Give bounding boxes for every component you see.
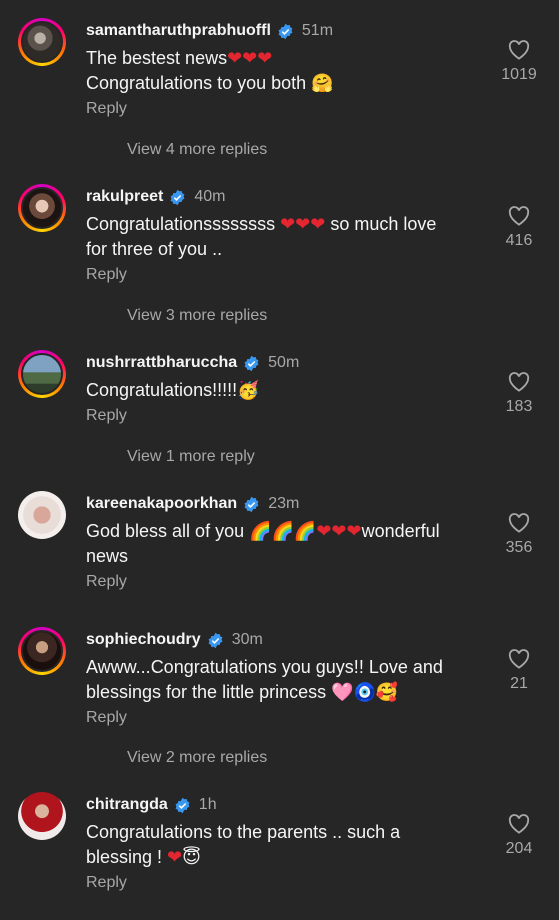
comment-line-1: Awww...Congratulations you guys!! Love a…	[86, 657, 443, 677]
verified-badge-icon	[244, 496, 259, 512]
view-more-replies[interactable]: View 3 more replies	[127, 307, 267, 325]
verified-badge-icon	[208, 632, 223, 648]
avatar[interactable]	[18, 184, 66, 232]
avatar[interactable]	[18, 491, 66, 539]
comment-text: Congratulations to the parents .. such a…	[86, 820, 486, 870]
like-button[interactable]: 356	[499, 513, 539, 557]
username[interactable]: chitrangda	[86, 796, 168, 814]
comment-text: God bless all of you 🌈🌈🌈❤❤❤wonderful new…	[86, 519, 486, 569]
comment-line-2: news	[86, 546, 129, 566]
verified-badge-icon	[175, 797, 190, 813]
reply-button[interactable]: Reply	[86, 709, 486, 733]
comment-line-2: Congratulations to you both 🤗	[86, 73, 334, 93]
like-count: 356	[505, 539, 533, 556]
comment-text: Congratulations!!!!!🥳	[86, 380, 260, 400]
heart-outline-icon	[508, 372, 530, 392]
comment-line-2: blessings for the little princess 🩷🧿🥰	[86, 682, 399, 702]
username[interactable]: samantharuthprabhuoffl	[86, 22, 271, 40]
reply-button[interactable]: Reply	[86, 573, 486, 597]
like-count: 183	[505, 398, 533, 415]
comment-text: Awww...Congratulations you guys!! Love a…	[86, 655, 486, 705]
like-count: 21	[510, 675, 528, 692]
heart-outline-icon	[508, 814, 530, 834]
username[interactable]: rakulpreet	[86, 188, 163, 206]
comment-line-1: The bestest news❤❤❤	[86, 48, 273, 68]
timestamp: 1h	[198, 796, 217, 813]
comment-text: Congratulationssssssss ❤❤❤ so much love …	[86, 212, 486, 262]
like-button[interactable]: 416	[499, 206, 539, 250]
like-button[interactable]: 204	[499, 814, 539, 858]
timestamp: 23m	[268, 495, 300, 512]
timestamp: 50m	[268, 354, 300, 371]
comment-line-2: for three of you ..	[86, 239, 223, 259]
like-button[interactable]: 183	[499, 372, 539, 416]
like-count: 416	[505, 232, 533, 249]
reply-button[interactable]: Reply	[86, 407, 486, 431]
username[interactable]: nushrrattbharuccha	[86, 354, 237, 372]
timestamp: 40m	[194, 188, 226, 205]
avatar[interactable]	[18, 792, 66, 840]
avatar[interactable]	[18, 627, 66, 675]
verified-badge-icon	[278, 23, 293, 39]
comment-line-2: blessing ! ❤😇	[86, 847, 201, 867]
timestamp: 51m	[301, 22, 334, 39]
heart-outline-icon	[508, 649, 530, 669]
view-more-replies[interactable]: View 1 more reply	[127, 448, 255, 466]
like-button[interactable]: 21	[499, 649, 539, 693]
comment-line-1: Congratulationssssssss ❤❤❤ so much love	[86, 214, 437, 234]
reply-button[interactable]: Reply	[86, 266, 486, 290]
comment-line-1: Congratulations to the parents .. such a	[86, 822, 401, 842]
timestamp: 30m	[231, 631, 263, 648]
heart-outline-icon	[508, 513, 530, 533]
view-more-replies[interactable]: View 4 more replies	[127, 141, 267, 159]
username[interactable]: kareenakapoorkhan	[86, 495, 237, 513]
like-count: 1019	[501, 66, 537, 83]
reply-button[interactable]: Reply	[86, 100, 486, 124]
like-count: 204	[505, 840, 533, 857]
comment-text: The bestest news❤❤❤ Congratulations to y…	[86, 46, 486, 96]
username[interactable]: sophiechoudry	[86, 631, 201, 649]
heart-outline-icon	[508, 206, 530, 226]
like-button[interactable]: 1019	[499, 40, 539, 84]
avatar[interactable]	[18, 350, 66, 398]
heart-outline-icon	[508, 40, 530, 60]
verified-badge-icon	[244, 355, 259, 371]
view-more-replies[interactable]: View 2 more replies	[127, 749, 267, 767]
reply-button[interactable]: Reply	[86, 874, 486, 898]
avatar[interactable]	[18, 18, 66, 66]
comment-line-1: God bless all of you 🌈🌈🌈❤❤❤wonderful	[86, 521, 440, 541]
verified-badge-icon	[170, 189, 185, 205]
